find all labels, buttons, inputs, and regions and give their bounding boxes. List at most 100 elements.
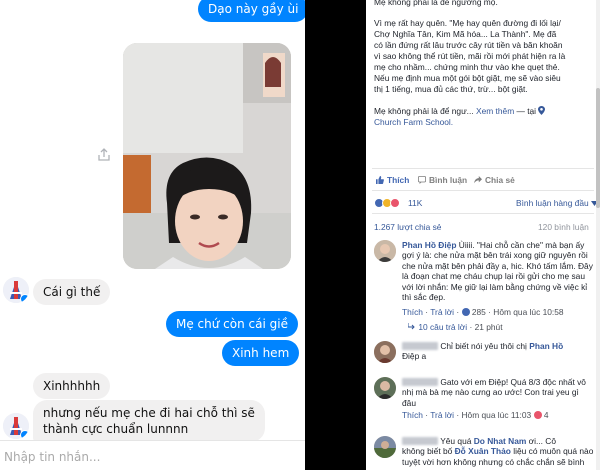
sort-dropdown[interactable]: Bình luận hàng đầu [516, 198, 598, 208]
message-outgoing[interactable]: Xinh hem [222, 340, 300, 366]
post-text-line: Vì mẹ rất hay quên. "Mẹ hay quên đường đ… [374, 18, 561, 28]
post-text-line: thị 1 tiếng, mua đủ các thứ, trừ... bột … [374, 84, 528, 94]
messenger-chat-panel: Dạo này gầy ùi Cái gì thế Mẹ chứ còn cái… [0, 0, 305, 470]
comment-like-link[interactable]: Thích [402, 410, 423, 420]
comment-text: che nửa mặt bên phải đầy a, hic. Khó tấm… [402, 260, 593, 271]
like-button[interactable]: Thích [376, 175, 409, 185]
post-text-line: Chợ Nghĩa Tân, Kim Mã hóa... La Thành". … [374, 29, 557, 39]
comment-reply-link[interactable]: Trả lời [430, 410, 454, 420]
comment-text: Ùiiii. "Hai chỗ cần che" mà bạn ấy [458, 240, 585, 250]
comment-line: Phan Hồ Điệp Ùiiii. "Hai chỗ cần che" mà… [402, 240, 596, 250]
divider [372, 168, 594, 169]
message-outgoing[interactable]: Mẹ chứ còn cái giề [166, 311, 298, 337]
share-label: Chia sẻ [485, 175, 515, 185]
commenter-avatar[interactable] [374, 436, 396, 458]
facebook-post-panel: Mẹ không phải là đế ngưỡng mộ. Vì mẹ rất… [366, 0, 600, 470]
message-text: Xinhhhhh [43, 379, 101, 393]
comment-text: nhị mà bà mẹ nào cưng ao ước! Con trai y… [402, 387, 579, 398]
comment-line: Chỉ biết nói yêu thôi chị Phan Hồ [402, 341, 596, 351]
message-text: nhưng nếu mẹ che đi hai chỗ thì sẽ [43, 406, 255, 420]
message-outgoing[interactable]: Dạo này gầy ùi [198, 0, 305, 22]
comment-icon [418, 176, 426, 184]
comment-reaction-count[interactable]: 285 [472, 307, 486, 317]
avatar-icon [374, 240, 396, 262]
view-replies[interactable]: 10 câu trả lời · 21 phút [407, 322, 503, 332]
comment-text: Yêu quá [440, 436, 472, 446]
messenger-badge-icon [20, 294, 29, 303]
shares-count[interactable]: 1.267 lượt chia sẻ [374, 222, 441, 232]
post-text-line: có lần đứng rất lâu trước cây rút tiền v… [374, 40, 563, 50]
avatar[interactable] [3, 413, 29, 439]
comment-actions: Thích · Trả lời · Hôm qua lúc 11:03 4 [402, 410, 549, 420]
message-incoming[interactable]: Cái gì thế [33, 279, 111, 305]
post-text-line: Mẹ không phải là đế ngưỡng mộ. [374, 0, 498, 7]
mention-link[interactable]: Do Nhat Nam [474, 436, 527, 446]
share-arrow-icon [474, 176, 482, 184]
replies-link[interactable]: 10 câu trả lời [418, 322, 467, 332]
comment-text: thì sắc đẹp. [402, 292, 446, 303]
message-incoming[interactable]: Xinhhhhh [33, 373, 111, 399]
comment-like-link[interactable]: Thích [402, 307, 423, 317]
hidden-name [402, 342, 438, 350]
comments-count[interactable]: 120 bình luận [538, 222, 589, 232]
message-text: Cái gì thế [43, 285, 101, 299]
reactions-summary[interactable] [374, 198, 400, 208]
message-text: Xinh hem [232, 346, 290, 360]
comment-body: Yêu quá Do Nhat Nam ơi... Cô không biết … [402, 436, 596, 467]
location-pin-icon [538, 106, 546, 115]
reaction-count[interactable]: 11K [408, 198, 422, 208]
reply-arrow-icon [407, 323, 415, 330]
commenter-avatar[interactable] [374, 341, 396, 363]
divider [372, 213, 594, 214]
comment-text: Chỉ biết nói yêu thôi chị [440, 341, 527, 351]
comment-text: liệu có muôn quá nào [513, 446, 594, 457]
message-input[interactable] [4, 447, 284, 467]
like-reaction-icon [461, 308, 470, 316]
comment-text: gợi ý là: che nửa mặt bên trái xong giữ … [402, 250, 588, 261]
scrollbar[interactable] [596, 0, 600, 470]
commenter-name-link[interactable]: Phan Hồ Điệp [402, 240, 456, 250]
selfie-photo[interactable] [123, 43, 291, 269]
sort-label: Bình luận hàng đầu [516, 198, 589, 208]
post-text-line: Mẹ không phải là để ngư... Xem thêm — tạ… [374, 106, 594, 117]
divider [372, 190, 594, 191]
message-text: Dạo này gầy ùi [208, 2, 299, 16]
comment-line: không biết bố Đỗ Xuân Thảo liệu có muôn … [402, 446, 596, 456]
thumbs-up-icon [376, 176, 384, 184]
comment-text: Gato với em Điệp! Quá 8/3 độc nhất vô [440, 377, 586, 387]
comment-time: Hôm qua lúc 11:03 [461, 410, 532, 420]
comment-text: đâu [402, 397, 416, 408]
comment-text: tuyệt vời hơn không nhưng có chắc chắn s… [402, 456, 585, 467]
comment-text: ơi... Cô [528, 436, 557, 446]
comment-body: Chỉ biết nói yêu thôi chị Phan Hồ Điệp a [402, 341, 596, 362]
comment-reaction-count[interactable]: 4 [544, 410, 549, 420]
mention-link[interactable]: Phan Hồ [529, 341, 563, 351]
see-more-link[interactable]: Xem thêm [476, 106, 514, 116]
avatar-icon [374, 377, 396, 399]
avatar[interactable] [3, 277, 29, 303]
comment-line: Yêu quá Do Nhat Nam ơi... Cô [402, 436, 596, 446]
comment-body: Gato với em Điệp! Quá 8/3 độc nhất vô nh… [402, 377, 596, 408]
love-reaction-icon [533, 411, 542, 419]
hidden-name [402, 378, 438, 386]
commenter-avatar[interactable] [374, 377, 396, 399]
message-composer [0, 440, 305, 470]
commenter-avatar[interactable] [374, 240, 396, 262]
mention-link[interactable]: Đỗ Xuân Thảo [455, 446, 511, 456]
post-text-line: Nếu mẹ định mua một gói bột giặt, mẹ sẽ … [374, 73, 561, 83]
scrollbar-thumb[interactable] [596, 88, 600, 208]
share-icon[interactable] [97, 148, 111, 162]
avatar-icon [374, 341, 396, 363]
replies-time: 21 phút [474, 322, 503, 332]
at-prefix: — tại [516, 106, 537, 116]
share-button[interactable]: Chia sẻ [474, 175, 515, 185]
comment-text: là đoạn chat mẹ cháu chụp lại rồi gửi ch… [402, 271, 585, 282]
message-incoming[interactable]: nhưng nếu mẹ che đi hai chỗ thì sẽ thành… [33, 400, 265, 442]
place-link[interactable]: Church Farm School. [374, 117, 594, 128]
messenger-badge-icon [20, 430, 29, 439]
post-text-line: vì sao không thể rút tiền, mãi rồi mới p… [374, 51, 566, 61]
comment-reply-link[interactable]: Trả lời [430, 307, 454, 317]
avatar-icon [374, 436, 396, 458]
post-truncated-text: Mẹ không phải là để ngư... [374, 106, 474, 116]
comment-button[interactable]: Bình luận [418, 175, 467, 185]
